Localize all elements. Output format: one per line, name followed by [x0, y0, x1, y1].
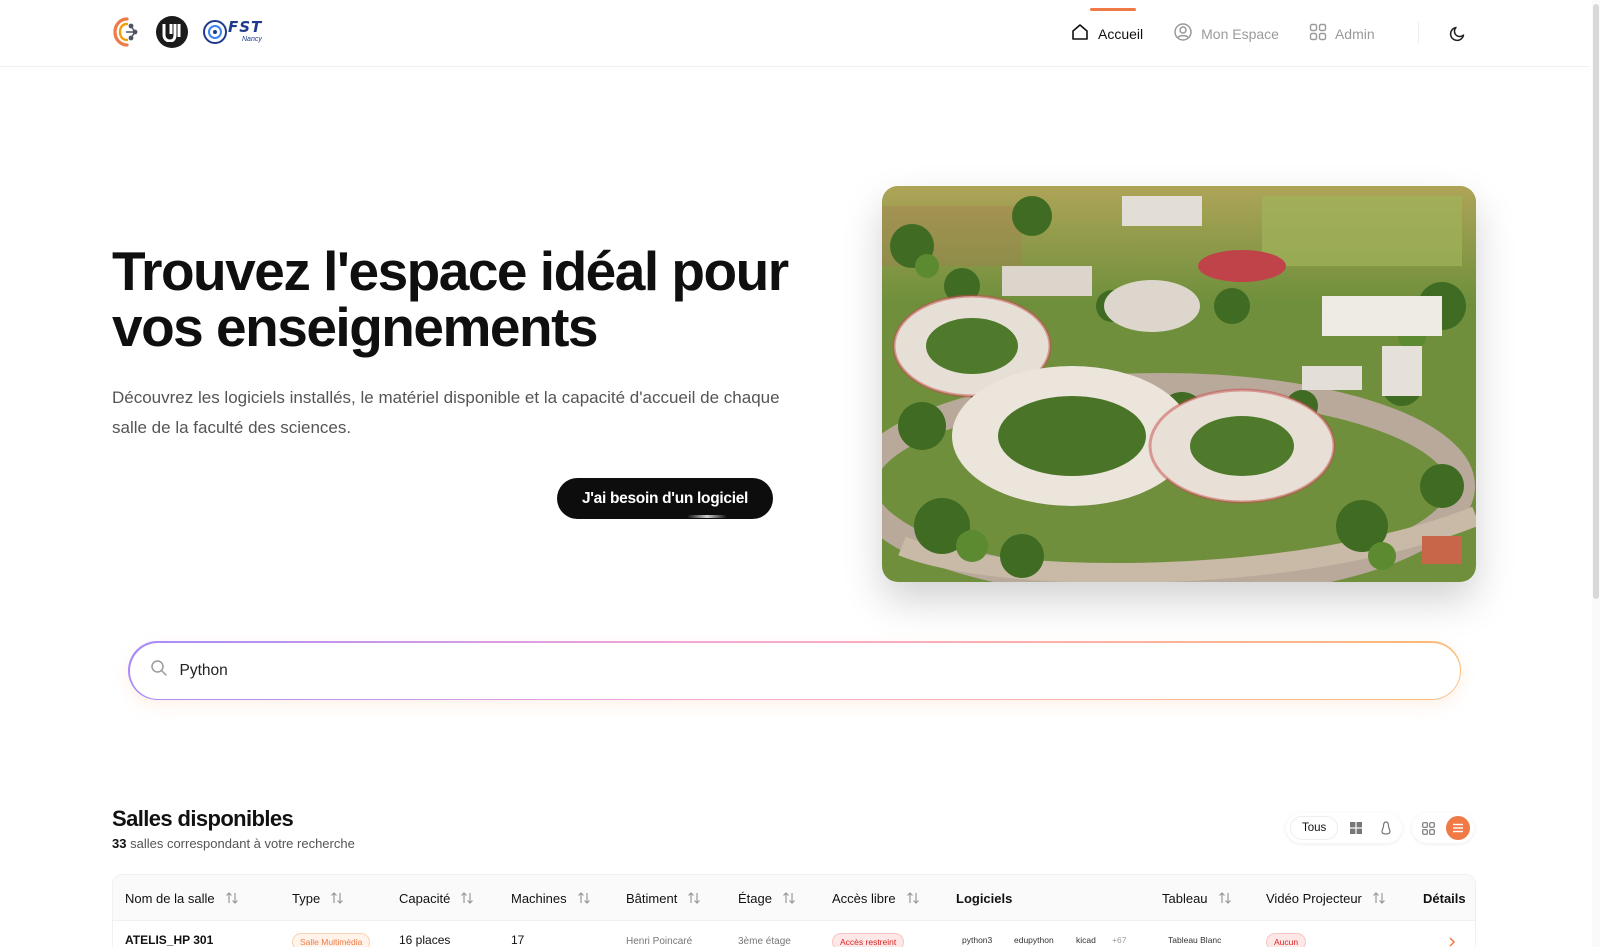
user-circle-icon	[1173, 22, 1193, 45]
os-filter-group: Tous	[1286, 813, 1403, 843]
windows-icon[interactable]	[1344, 816, 1368, 840]
software-chip: edupython	[1014, 935, 1054, 945]
nav-item-label: Admin	[1334, 25, 1375, 42]
moon-icon[interactable]	[1449, 24, 1467, 42]
sort-icon	[1218, 892, 1231, 904]
software-more-count: +67	[1112, 935, 1127, 945]
main-nav: Accueil Mon Espace Admin	[1059, 0, 1405, 67]
cell-capacity: 16 places	[399, 933, 451, 947]
hero-title-line1: Trouvez l'espace idéal pour	[112, 240, 789, 302]
column-header-software: Logiciels	[956, 875, 1012, 921]
sort-icon	[225, 892, 238, 904]
logo-group: FST Nancy	[112, 16, 262, 48]
column-header-label: Accès libre	[832, 890, 896, 906]
sort-icon	[461, 892, 474, 904]
column-header-details: Détails	[1423, 875, 1466, 921]
cell-room-name: ATELIS_HP 301	[125, 933, 214, 947]
cell-type-badge: Salle Multimédia	[292, 933, 371, 947]
chevron-right-icon[interactable]	[1447, 935, 1457, 947]
need-software-button[interactable]: J'ai besoin d'un logiciel	[557, 478, 773, 519]
column-header-label: Type	[292, 890, 321, 906]
grid-icon	[1309, 23, 1327, 44]
column-header-label: Logiciels	[956, 890, 1013, 906]
cell-machines: 17	[511, 933, 525, 947]
column-header-type[interactable]: Type	[292, 875, 344, 921]
fst-logo[interactable]: FST Nancy	[202, 16, 262, 48]
view-toggle-group	[1412, 813, 1474, 843]
app-logo[interactable]	[112, 16, 142, 48]
cell-access-badge: Accès restreint	[832, 933, 905, 947]
sort-icon	[906, 892, 919, 904]
sort-icon	[1372, 892, 1385, 904]
nav-item-label: Mon Espace	[1201, 25, 1279, 42]
results-count-text: salles correspondant à votre recherche	[130, 836, 355, 851]
column-header-board[interactable]: Tableau	[1162, 875, 1232, 921]
software-chip: python3	[962, 935, 993, 945]
column-header-label: Capacité	[399, 890, 451, 906]
column-header-label: Bâtiment	[626, 890, 678, 906]
home-icon	[1070, 22, 1090, 45]
software-chip: kicad	[1076, 935, 1096, 945]
sort-icon	[577, 892, 590, 904]
column-header-capacity[interactable]: Capacité	[399, 875, 474, 921]
nav-divider	[1418, 22, 1419, 44]
column-header-label: Étage	[738, 890, 772, 906]
table-header: Nom de la salle Type Capacité Machines B…	[113, 875, 1475, 921]
hero-subtitle: Découvrez les logiciels installés, le ma…	[112, 388, 780, 437]
fst-logo-subtext: Nancy	[242, 36, 262, 43]
cell-projector-badge: Aucun	[1266, 933, 1307, 947]
column-header-label: Machines	[511, 890, 567, 906]
cell-building: Henri Poincaré	[626, 936, 693, 947]
column-header-name[interactable]: Nom de la salle	[125, 875, 239, 921]
column-header-label: Nom de la salle	[125, 890, 215, 906]
results-count: 33 salles correspondant à votre recherch…	[112, 836, 355, 851]
grid-view-icon[interactable]	[1416, 816, 1440, 840]
column-header-label: Détails	[1423, 890, 1466, 906]
campus-aerial-image	[882, 186, 1476, 582]
column-header-floor[interactable]: Étage	[738, 875, 796, 921]
cell-floor: 3ème étage	[738, 936, 791, 947]
nav-item-accueil[interactable]: Accueil	[1059, 0, 1161, 67]
column-header-machines[interactable]: Machines	[511, 875, 591, 921]
results-count-number: 33	[112, 836, 127, 851]
nav-item-mon-espace[interactable]: Mon Espace	[1173, 0, 1279, 67]
filter-all-button[interactable]: Tous	[1290, 816, 1339, 840]
sort-icon	[783, 892, 795, 904]
column-header-label: Tableau	[1162, 890, 1208, 906]
search-icon	[150, 659, 168, 682]
hero-title-line2: vos enseignements	[112, 296, 598, 358]
search-input[interactable]	[179, 661, 1380, 680]
linux-icon[interactable]	[1374, 816, 1398, 840]
table-row[interactable]: ATELIS_HP 301 Salle Multimédia 16 places…	[113, 921, 1475, 947]
top-navbar: FST Nancy Accueil Mon Espace Admin	[0, 0, 1590, 67]
cell-board: Tableau Blanc	[1168, 935, 1222, 945]
search-bar	[128, 641, 1461, 700]
hero-title: Trouvez l'espace idéal pour vos enseigne…	[112, 243, 812, 355]
nav-item-admin[interactable]: Admin	[1309, 0, 1375, 67]
rooms-table: Nom de la salle Type Capacité Machines B…	[112, 874, 1476, 947]
column-header-building[interactable]: Bâtiment	[626, 875, 701, 921]
sort-icon	[688, 892, 701, 904]
scrollbar-thumb[interactable]	[1593, 4, 1599, 599]
column-header-projector[interactable]: Vidéo Projecteur	[1266, 875, 1386, 921]
list-view-icon[interactable]	[1446, 816, 1470, 840]
results-title: Salles disponibles	[112, 806, 294, 831]
university-logo[interactable]	[156, 16, 188, 48]
column-header-label: Vidéo Projecteur	[1266, 890, 1362, 906]
fst-logo-text: FST	[228, 18, 263, 36]
column-header-access[interactable]: Accès libre	[832, 875, 920, 921]
nav-item-label: Accueil	[1098, 25, 1144, 42]
sort-icon	[331, 892, 344, 904]
